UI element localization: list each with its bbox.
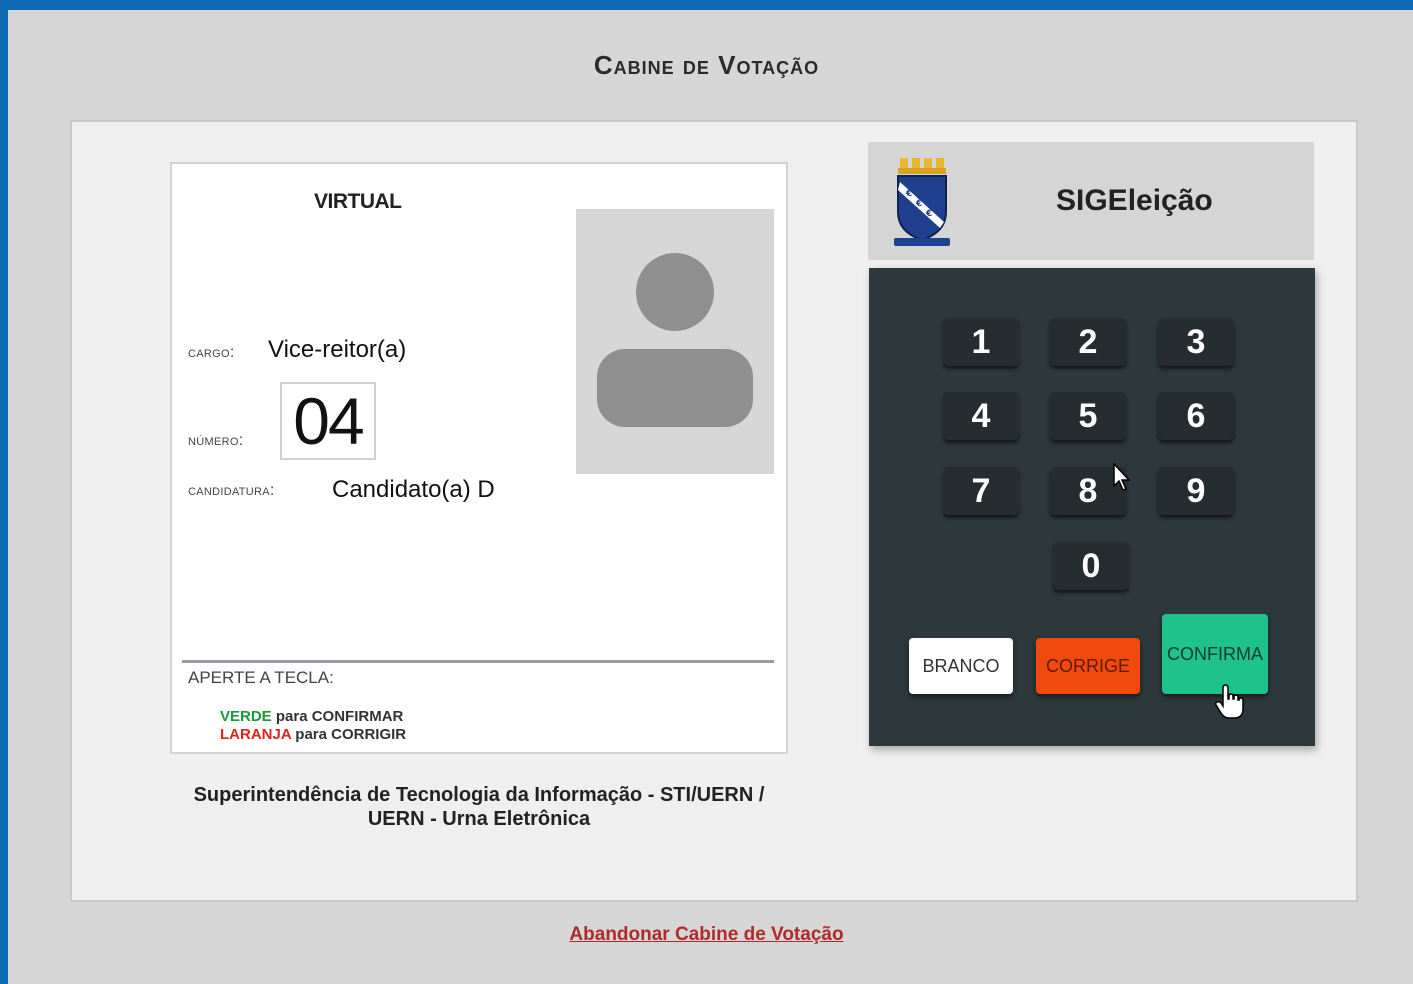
numero-value: 04 — [280, 382, 376, 460]
page-title: Cabine de Votação — [593, 50, 820, 80]
instructions-divider — [182, 660, 774, 663]
instruction-correct: LARANJA para CORRIGIR — [220, 726, 406, 743]
top-accent-bar — [0, 0, 1413, 10]
key-1[interactable]: 1 — [943, 318, 1019, 366]
leave-booth-link[interactable]: Abandonar Cabine de Votação — [0, 924, 1413, 946]
instruction-orange-word: LARANJA — [220, 726, 292, 743]
svg-text:€: € — [915, 199, 922, 209]
svg-text:€: € — [905, 189, 912, 199]
key-9[interactable]: 9 — [1158, 467, 1234, 515]
left-accent-bar — [0, 0, 8, 984]
brand-header: € € € SIGEleição — [868, 142, 1314, 260]
branco-button[interactable]: BRANCO — [909, 638, 1013, 694]
avatar-body-icon — [597, 349, 753, 427]
key-3[interactable]: 3 — [1158, 318, 1234, 366]
candidatura-label: candidatura: — [188, 482, 275, 499]
voting-keypad: 1 2 3 4 5 6 7 8 9 0 BRANCO CORRIGE CONFI… — [869, 268, 1315, 746]
cargo-value: Vice-reitor(a) — [268, 336, 407, 363]
key-6[interactable]: 6 — [1158, 392, 1234, 440]
ballot-screen: VIRTUAL cargo: Vice-reitor(a) número: 04… — [170, 162, 788, 754]
instruction-orange-rest: para CORRIGIR — [291, 726, 407, 743]
footer-line-2: UERN - Urna Eletrônica — [367, 808, 591, 830]
instruction-confirm: VERDE para CONFIRMAR — [220, 708, 403, 725]
uern-crest-icon: € € € — [894, 158, 950, 246]
key-2[interactable]: 2 — [1050, 318, 1126, 366]
footer-credits: Superintendência de Tecnologia da Inform… — [170, 783, 788, 831]
svg-text:€: € — [925, 209, 932, 219]
screen-title: VIRTUAL — [314, 190, 402, 213]
brand-name: SIGEleição — [1056, 184, 1213, 217]
confirma-button[interactable]: CONFIRMA — [1162, 614, 1268, 694]
corrige-button[interactable]: CORRIGE — [1036, 638, 1140, 694]
cargo-label: cargo: — [188, 344, 235, 361]
key-0[interactable]: 0 — [1053, 542, 1129, 590]
instructions-title: APERTE A TECLA: — [188, 668, 334, 687]
hand-pointer-icon — [1214, 684, 1244, 719]
instruction-green-word: VERDE — [220, 708, 272, 725]
avatar-head-icon — [636, 253, 714, 331]
key-5[interactable]: 5 — [1050, 392, 1126, 440]
arrow-cursor-icon — [1113, 462, 1131, 491]
key-4[interactable]: 4 — [943, 392, 1019, 440]
footer-line-1: Superintendência de Tecnologia da Inform… — [193, 784, 765, 806]
instruction-green-rest: para CONFIRMAR — [271, 708, 404, 725]
key-7[interactable]: 7 — [943, 467, 1019, 515]
candidatura-value: Candidato(a) D — [332, 476, 495, 503]
candidate-photo-placeholder — [576, 209, 774, 474]
numero-label: número: — [188, 432, 244, 449]
